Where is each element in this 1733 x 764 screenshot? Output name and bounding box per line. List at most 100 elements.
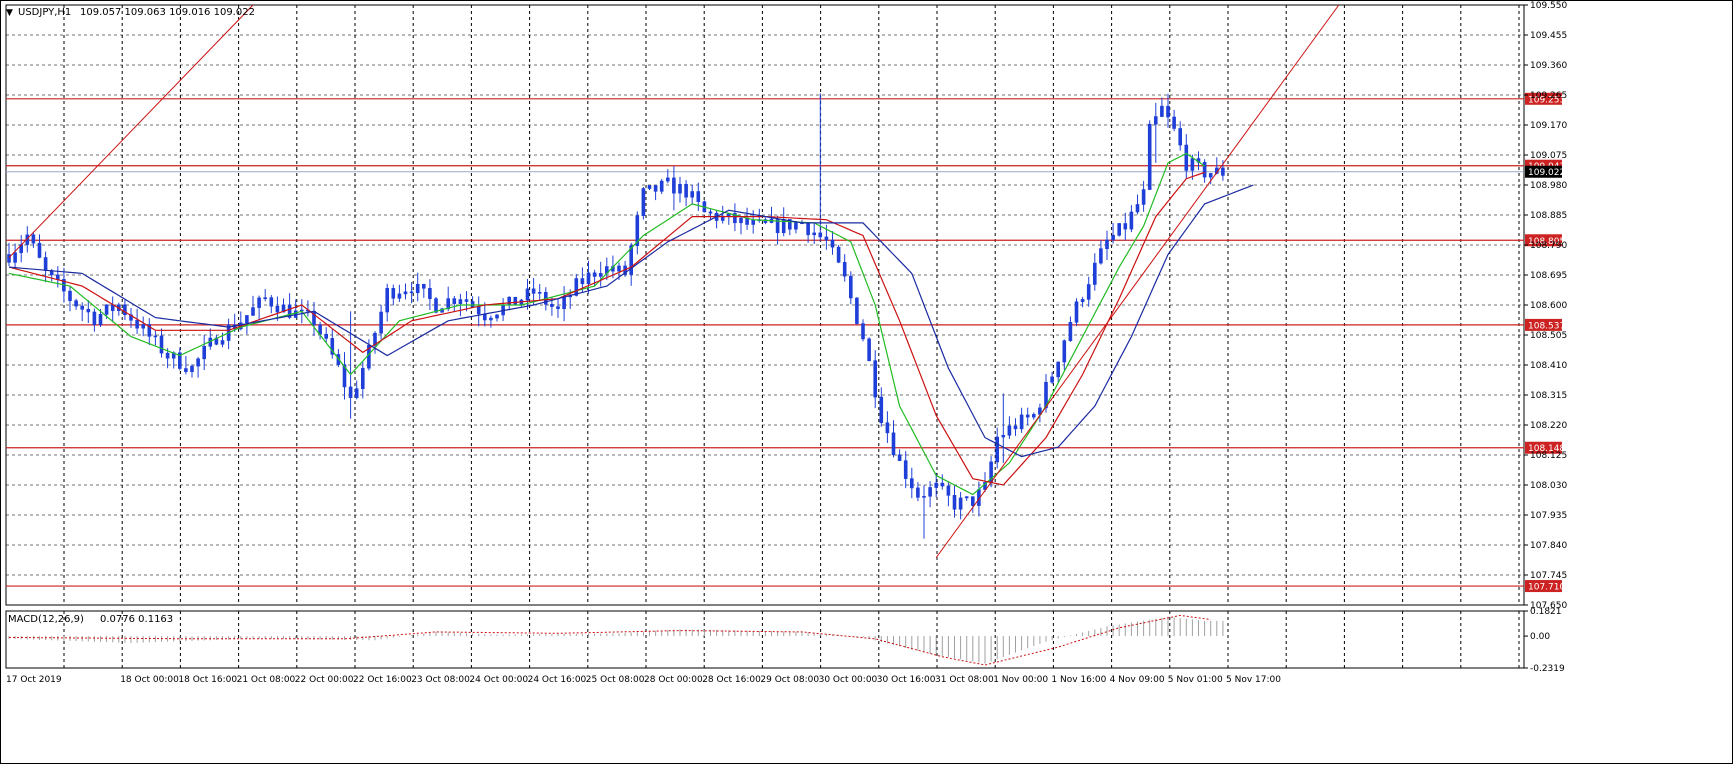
price-chart[interactable]: 109.253109.041108.805108.537108.148107.7… <box>0 0 1733 764</box>
candle-body <box>1160 105 1164 117</box>
x-tick-label: 25 Oct 08:00 <box>586 675 645 685</box>
candle-body <box>580 278 585 285</box>
collapse-triangle-icon[interactable]: ▼ <box>6 8 13 18</box>
candle-body <box>1074 301 1079 323</box>
symbol-label: USDJPY,H1 <box>18 7 71 18</box>
candle-body <box>647 185 652 189</box>
candle-body <box>824 236 829 241</box>
candle-body <box>74 300 78 307</box>
candle-body <box>684 183 688 198</box>
candle-body <box>617 265 621 272</box>
candle-body <box>1056 361 1060 378</box>
candle-body <box>1050 376 1054 383</box>
y-tick-label: 108.600 <box>1530 301 1567 311</box>
y-tick-label: 108.125 <box>1530 451 1567 461</box>
candle-body <box>385 288 390 313</box>
x-tick-label: 30 Oct 00:00 <box>819 675 878 685</box>
candle-body <box>324 333 329 339</box>
x-tick-label: 22 Oct 16:00 <box>353 675 412 685</box>
candlesticks <box>7 93 1225 539</box>
candle-body <box>934 482 939 488</box>
ohlc-values: 109.057 109.063 109.016 109.022 <box>80 7 255 18</box>
x-tick-label: 24 Oct 00:00 <box>469 675 528 685</box>
macd-header: MACD(12,26,9) 0.0776 0.1163 <box>8 614 173 625</box>
candle-body <box>592 272 597 277</box>
candle-body <box>464 299 469 302</box>
trend-lines[interactable] <box>8 4 1340 558</box>
candle-body <box>135 319 139 329</box>
candle-body <box>848 275 853 299</box>
candle-body <box>1208 173 1213 178</box>
x-tick-label: 21 Oct 08:00 <box>237 675 296 685</box>
candle-body <box>1166 105 1170 118</box>
candle-body <box>708 211 713 214</box>
candle-body <box>1221 167 1225 176</box>
candle-body <box>446 298 451 310</box>
candle-body <box>409 291 414 294</box>
candle-body <box>958 497 963 510</box>
candle-body <box>1184 144 1189 171</box>
candle-body <box>964 496 969 499</box>
y-tick-label: 109.455 <box>1530 31 1567 41</box>
candle-body <box>922 495 926 498</box>
candle-body <box>1178 128 1182 146</box>
chart-header: ▼ USDJPY,H1 109.057 109.063 109.016 109.… <box>6 7 255 18</box>
candle-body <box>165 352 170 359</box>
x-tick-label: 1 Nov 16:00 <box>1051 675 1106 685</box>
candle-body <box>153 335 158 338</box>
price-level-label: 108.537 <box>1528 321 1565 331</box>
candle-body <box>830 239 835 248</box>
axes: 17 Oct 2019 18 Oct 00:00 18 Oct 16:00 21 Oc… <box>6 1 1567 685</box>
candle-body <box>379 311 383 334</box>
current-price-label: 109.022 <box>1528 168 1565 178</box>
candle-body <box>1007 425 1012 436</box>
candle-body <box>659 180 664 192</box>
y-tick-label: 108.030 <box>1530 481 1567 491</box>
candle-body <box>458 299 463 304</box>
candle-body <box>690 191 695 198</box>
x-tick-label: 23 Oct 08:00 <box>411 675 470 685</box>
candle-body <box>794 222 798 230</box>
candle-body <box>1154 116 1158 125</box>
x-tick-label: 31 Oct 08:00 <box>935 675 994 685</box>
y-tick-label: 108.220 <box>1530 421 1567 431</box>
y-tick-label: 109.550 <box>1530 1 1567 11</box>
candle-body <box>586 272 591 285</box>
candle-body <box>263 297 268 299</box>
candle-body <box>391 288 396 299</box>
candle-body <box>812 232 817 236</box>
macd-y-tick-label: -0.2319 <box>1530 664 1565 674</box>
candle-body <box>879 396 884 424</box>
candle-body <box>1135 204 1140 213</box>
candle-body <box>1129 211 1134 230</box>
candle-body <box>562 296 566 310</box>
candle-body <box>104 304 109 315</box>
candle-body <box>1019 414 1024 430</box>
y-tick-label: 107.935 <box>1530 511 1567 521</box>
candle-body <box>903 460 908 479</box>
y-tick-label: 109.360 <box>1530 61 1567 71</box>
candle-body <box>696 191 701 202</box>
candle-body <box>842 262 847 277</box>
candle-body <box>403 291 408 295</box>
candle-body <box>31 234 36 244</box>
x-tick-label: 30 Oct 16:00 <box>877 675 936 685</box>
x-tick-label: 5 Nov 17:00 <box>1226 675 1281 685</box>
candle-body <box>952 495 957 510</box>
candle-body <box>861 323 865 340</box>
candle-body <box>251 307 255 316</box>
candle-body <box>970 496 975 506</box>
candle-body <box>653 185 658 192</box>
y-tick-label: 108.980 <box>1530 181 1567 191</box>
candle-body <box>806 222 810 236</box>
candle-body <box>1001 434 1006 438</box>
candle-body <box>556 306 560 310</box>
candle-body <box>1172 116 1176 129</box>
horizontal-levels[interactable]: 109.253109.041108.805108.537108.148107.7… <box>6 92 1565 593</box>
macd-label: MACD(12,26,9) <box>8 614 84 625</box>
candle-body <box>836 246 841 263</box>
candle-body <box>257 297 261 308</box>
candle-body <box>940 482 945 487</box>
candle-body <box>348 386 353 398</box>
y-tick-label: 109.170 <box>1530 121 1567 131</box>
